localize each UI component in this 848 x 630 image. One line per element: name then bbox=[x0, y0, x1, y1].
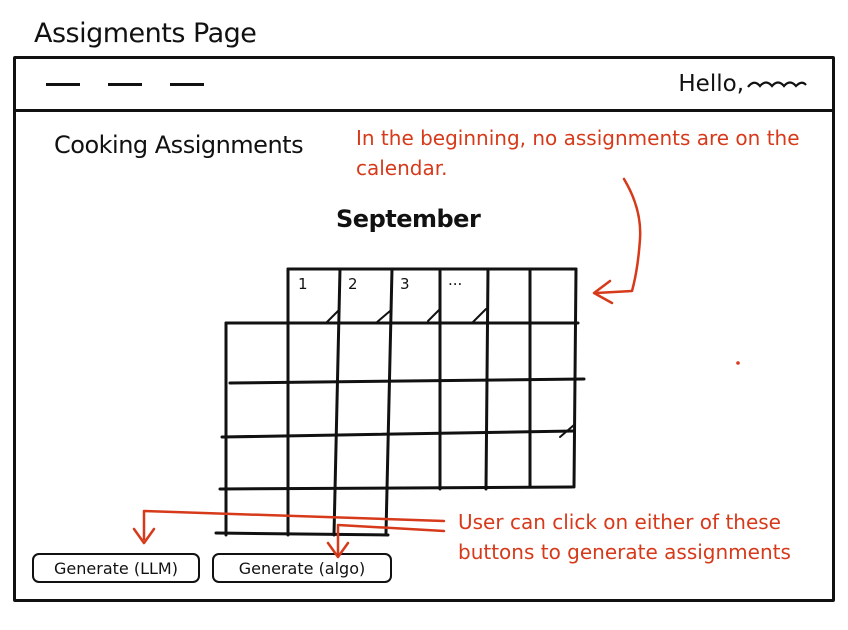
page-title: Assigments Page bbox=[34, 18, 257, 49]
annotation-arrows bbox=[132, 177, 740, 559]
annotation-arrow bbox=[594, 177, 642, 295]
browser-frame: Hello, Cooking Assignments September 1 2… bbox=[13, 56, 835, 602]
annotation-arrow bbox=[336, 523, 446, 555]
stray-dot bbox=[736, 361, 740, 365]
annotation-arrow bbox=[142, 509, 446, 541]
